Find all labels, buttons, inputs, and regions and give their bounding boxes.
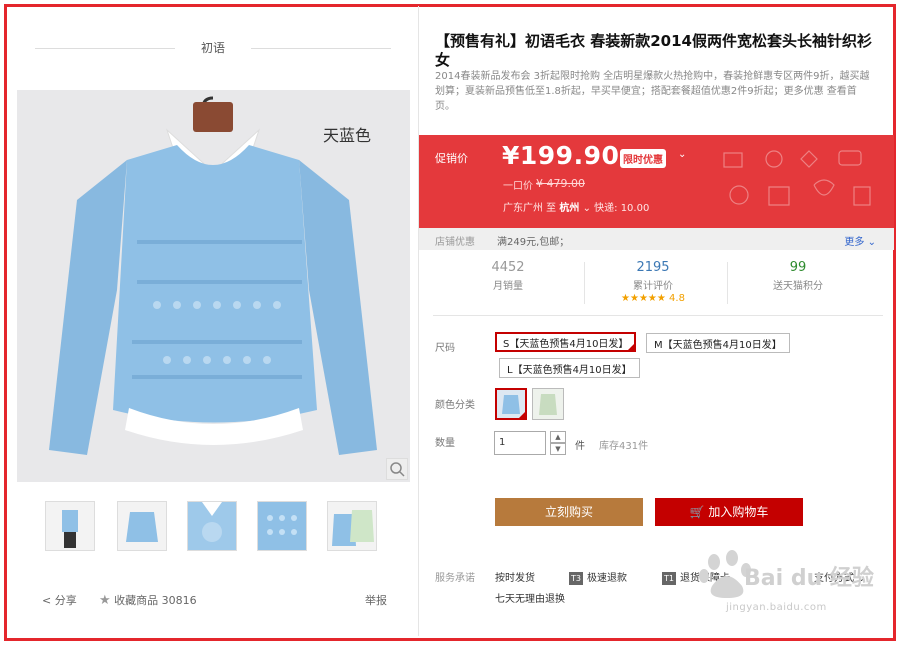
size-option-s[interactable]: S【天蓝色预售4月10日发】 (495, 332, 637, 352)
share-label: 分享 (54, 594, 77, 607)
quantity-increase-button[interactable]: ▲ (550, 431, 566, 443)
seven-day-return[interactable]: 七天无理由退换 (495, 590, 565, 605)
product-title: 【预售有礼】初语毛衣 春装新款2014假两件宽松套头长袖针织衫女 (435, 32, 872, 69)
thumbnail-image (328, 502, 376, 550)
share-icon: < (42, 594, 52, 607)
total-reviews-value: 2195 (636, 260, 670, 275)
total-reviews[interactable]: 2195 累计评价 ★★★★★ 4.8 (588, 260, 718, 304)
chevron-up-icon: ▲ (555, 433, 561, 441)
price-panel: 促销价 ¥199.90 限时优惠 ⌄ 一口价 ¥ 479.00 广东广州 至 杭… (419, 135, 894, 228)
share-link[interactable]: < 分享 (42, 592, 77, 608)
swatch-image (533, 389, 563, 419)
size-option-label: S【天蓝色预售4月10日发】 (503, 339, 629, 350)
color-swatch-sky-blue[interactable] (495, 388, 527, 420)
thumbnail[interactable] (117, 501, 167, 551)
thumbnail[interactable] (45, 501, 95, 551)
star-icon: ★ (99, 593, 111, 608)
fast-refund-label: 极速退款 (587, 573, 627, 584)
limited-offer-badge[interactable]: 限时优惠 (620, 149, 666, 168)
tmall-points-value: 99 (789, 260, 807, 275)
thumbnail[interactable] (327, 501, 377, 551)
decorative-pattern (723, 150, 871, 206)
thumbnail-strip (45, 501, 385, 553)
magnifier-icon (390, 462, 405, 477)
baidu-jingyan-watermark: Bai du 经验 jingyan.baidu.com (692, 544, 882, 622)
watermark-url: jingyan.baidu.com (726, 602, 827, 613)
quantity-unit: 件 (575, 441, 585, 452)
report-link[interactable]: 举报 (365, 592, 387, 608)
shipping-info: 广东广州 至 杭州 ⌄ 快递: 10.00 (503, 199, 649, 214)
zoom-button[interactable] (386, 458, 408, 480)
sales-stats: 4452 月销量 2195 累计评价 ★★★★★ 4.8 99 送天猫积分 (419, 254, 894, 316)
tmall-points: 99 送天猫积分 (733, 260, 863, 292)
t1-icon: T1 (662, 572, 676, 585)
color-label: 颜色分类 (435, 400, 475, 411)
quantity-label: 数量 (435, 438, 455, 449)
tmall-points-caption: 送天猫积分 (773, 281, 823, 292)
thumbnail-image (188, 502, 236, 550)
shop-promo-value: 满249元,包邮； (497, 237, 570, 248)
thumbnail[interactable] (187, 501, 237, 551)
thumbnail-image (46, 502, 94, 550)
chevron-down-icon[interactable]: ⌄ (583, 203, 591, 214)
color-overlay-label: 天蓝色 (323, 126, 372, 145)
stock-count: 库存431件 (599, 441, 649, 452)
cart-icon: 🛒 (689, 505, 705, 519)
more-promos-link[interactable]: 更多 ⌄ (844, 233, 876, 248)
ship-fee: 快递: 10.00 (594, 203, 650, 214)
size-option-m[interactable]: M【天蓝色预售4月10日发】 (646, 333, 790, 353)
original-price-label: 一口价 (503, 181, 533, 192)
thumbnail-image (118, 502, 166, 550)
shop-promo-label: 店铺优惠 (435, 237, 475, 248)
add-to-cart-label: 加入购物车 (708, 505, 769, 519)
ship-to-select[interactable]: 杭州 (559, 203, 579, 214)
selected-check-icon (517, 410, 525, 418)
add-to-cart-button[interactable]: 🛒 加入购物车 (655, 498, 803, 526)
chevron-down-icon: ▼ (555, 445, 561, 453)
monthly-sales-value: 4452 (491, 260, 525, 275)
chevron-down-icon: ⌄ (867, 237, 876, 248)
rating-value: 4.8 (669, 293, 685, 304)
size-option-l[interactable]: L【天蓝色预售4月10日发】 (499, 358, 640, 378)
favorite-link[interactable]: ★ 收藏商品 30816 (99, 592, 197, 608)
gallery-actions: < 分享 ★ 收藏商品 30816 举报 (42, 592, 387, 612)
service-on-time-delivery[interactable]: 按时发货 (495, 569, 535, 584)
quantity-decrease-button[interactable]: ▼ (550, 443, 566, 455)
total-reviews-caption: 累计评价 (633, 281, 673, 292)
product-subtitle: 2014春装新品发布会 3折起限时抢购 全店明星爆款火热抢购中，春装抢鲜惠专区两… (435, 71, 870, 112)
thumbnail[interactable] (257, 501, 307, 551)
brand-header: 初语 (35, 34, 391, 62)
gallery-panel: 初语 天蓝色 < 分享 ★ 收藏商品 30816 举报 (17, 18, 410, 628)
ship-from: 广东广州 至 (503, 203, 557, 214)
chevron-down-icon[interactable]: ⌄ (678, 149, 686, 160)
price-label: 促销价 (435, 152, 468, 165)
size-label: 尺码 (435, 343, 455, 354)
original-price: ¥ 479.00 (536, 177, 585, 190)
sweater-illustration (17, 90, 410, 482)
main-product-image[interactable]: 天蓝色 (17, 90, 410, 482)
monthly-sales-caption: 月销量 (493, 281, 523, 292)
thumbnail-image (258, 502, 306, 550)
buy-now-button[interactable]: 立刻购买 (495, 498, 643, 526)
monthly-sales: 4452 月销量 (443, 260, 573, 292)
rating: ★★★★★ 4.8 (588, 293, 718, 304)
rating-stars-icon: ★★★★★ (621, 293, 666, 304)
favorite-label: 收藏商品 30816 (114, 594, 197, 607)
promo-price: ¥199.90 (502, 141, 620, 170)
t3-icon: T3 (569, 572, 583, 585)
color-swatch-green[interactable] (532, 388, 564, 420)
more-label: 更多 (844, 237, 865, 248)
service-label: 服务承诺 (435, 573, 475, 584)
quantity-input[interactable]: 1 (494, 431, 546, 455)
shop-promo-bar: 店铺优惠 满249元,包邮； 更多 ⌄ (419, 228, 894, 250)
service-fast-refund[interactable]: T3 极速退款 (569, 569, 627, 585)
watermark-logo-text: Bai du 经验 (744, 566, 874, 591)
selected-check-icon (626, 342, 637, 352)
column-divider (418, 6, 419, 636)
